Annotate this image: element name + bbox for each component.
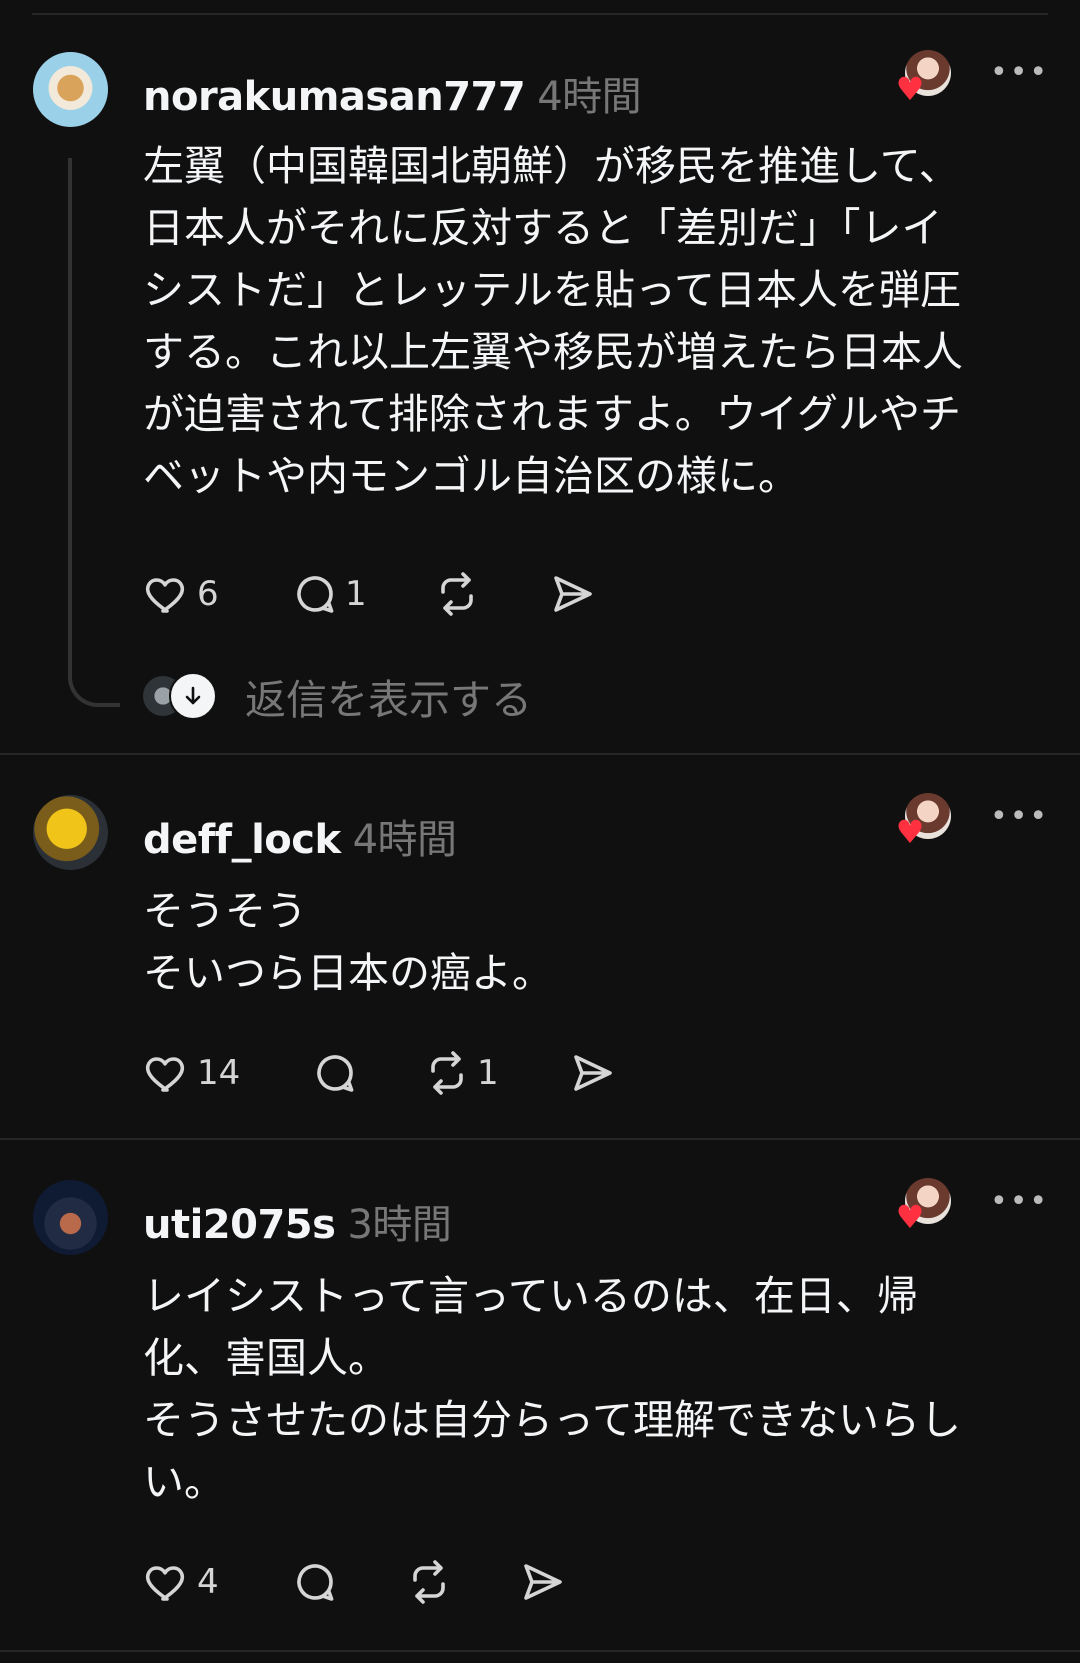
heart-icon xyxy=(145,578,185,613)
like-count: 14 xyxy=(197,1053,241,1093)
arrow-down-icon xyxy=(169,672,217,720)
repost-button[interactable] xyxy=(405,1556,453,1608)
heart-icon xyxy=(145,1057,185,1092)
comment-icon xyxy=(297,1564,334,1601)
timestamp: 4時間 xyxy=(537,74,642,120)
timestamp: 3時間 xyxy=(347,1202,452,1248)
avatar[interactable] xyxy=(33,1180,108,1255)
show-replies-label[interactable]: 返信を表示する xyxy=(245,666,532,726)
post-body: レイシストって言っているのは、在日、帰 化、害国人。 そうさせたのは自分らって理… xyxy=(143,1272,961,1506)
heart-badge-icon: ♥ xyxy=(895,1198,925,1236)
more-options-icon[interactable]: ••• xyxy=(990,802,1049,832)
share-icon xyxy=(574,1055,612,1091)
divider xyxy=(0,753,1080,755)
divider xyxy=(0,1650,1080,1652)
post-body: 左翼（中国韓国北朝鮮）が移民を推進して、 日本人がそれに反対すると「差別だ」「レ… xyxy=(143,142,963,500)
repost-button[interactable] xyxy=(433,568,481,620)
comment-icon xyxy=(317,1055,354,1092)
username[interactable]: deff_lock 4時間 xyxy=(143,807,457,865)
like-count: 6 xyxy=(197,574,219,614)
heart-icon xyxy=(145,1566,185,1601)
like-button[interactable]: 6 xyxy=(143,568,219,620)
heart-badge-icon: ♥ xyxy=(895,70,925,108)
comment-icon xyxy=(297,576,334,613)
username-text[interactable]: uti2075s xyxy=(143,1202,336,1248)
share-button[interactable] xyxy=(548,568,596,620)
divider xyxy=(0,1138,1080,1140)
thread-line xyxy=(68,158,120,707)
avatar[interactable] xyxy=(33,52,108,127)
top-divider xyxy=(32,13,1048,15)
show-replies-button[interactable]: 返信を表示する xyxy=(143,672,532,724)
repost-icon xyxy=(431,1051,463,1095)
repost-icon xyxy=(413,1560,445,1604)
comment-button[interactable] xyxy=(311,1047,359,1099)
like-button[interactable]: 14 xyxy=(143,1047,240,1099)
repost-icon xyxy=(441,572,473,616)
username[interactable]: norakumasan777 4時間 xyxy=(143,64,642,122)
like-button[interactable]: 4 xyxy=(143,1556,219,1608)
share-icon xyxy=(554,576,592,612)
share-button[interactable] xyxy=(568,1047,616,1099)
comment-button[interactable]: 1 xyxy=(291,568,367,620)
timestamp: 4時間 xyxy=(352,817,457,863)
comment-button[interactable] xyxy=(291,1556,339,1608)
share-button[interactable] xyxy=(518,1556,566,1608)
like-count: 4 xyxy=(197,1562,219,1602)
post-body: そうそう そいつら日本の癌よ。 xyxy=(143,887,553,997)
username-text[interactable]: norakumasan777 xyxy=(143,74,526,120)
avatar[interactable] xyxy=(33,795,108,870)
repost-button[interactable]: 1 xyxy=(423,1047,499,1099)
more-options-icon[interactable]: ••• xyxy=(990,58,1049,88)
comment-count: 1 xyxy=(345,574,367,614)
more-options-icon[interactable]: ••• xyxy=(990,1187,1049,1217)
username-text[interactable]: deff_lock xyxy=(143,817,341,863)
heart-badge-icon: ♥ xyxy=(895,813,925,851)
share-icon xyxy=(524,1564,562,1600)
username[interactable]: uti2075s 3時間 xyxy=(143,1192,452,1250)
repost-count: 1 xyxy=(477,1053,499,1093)
